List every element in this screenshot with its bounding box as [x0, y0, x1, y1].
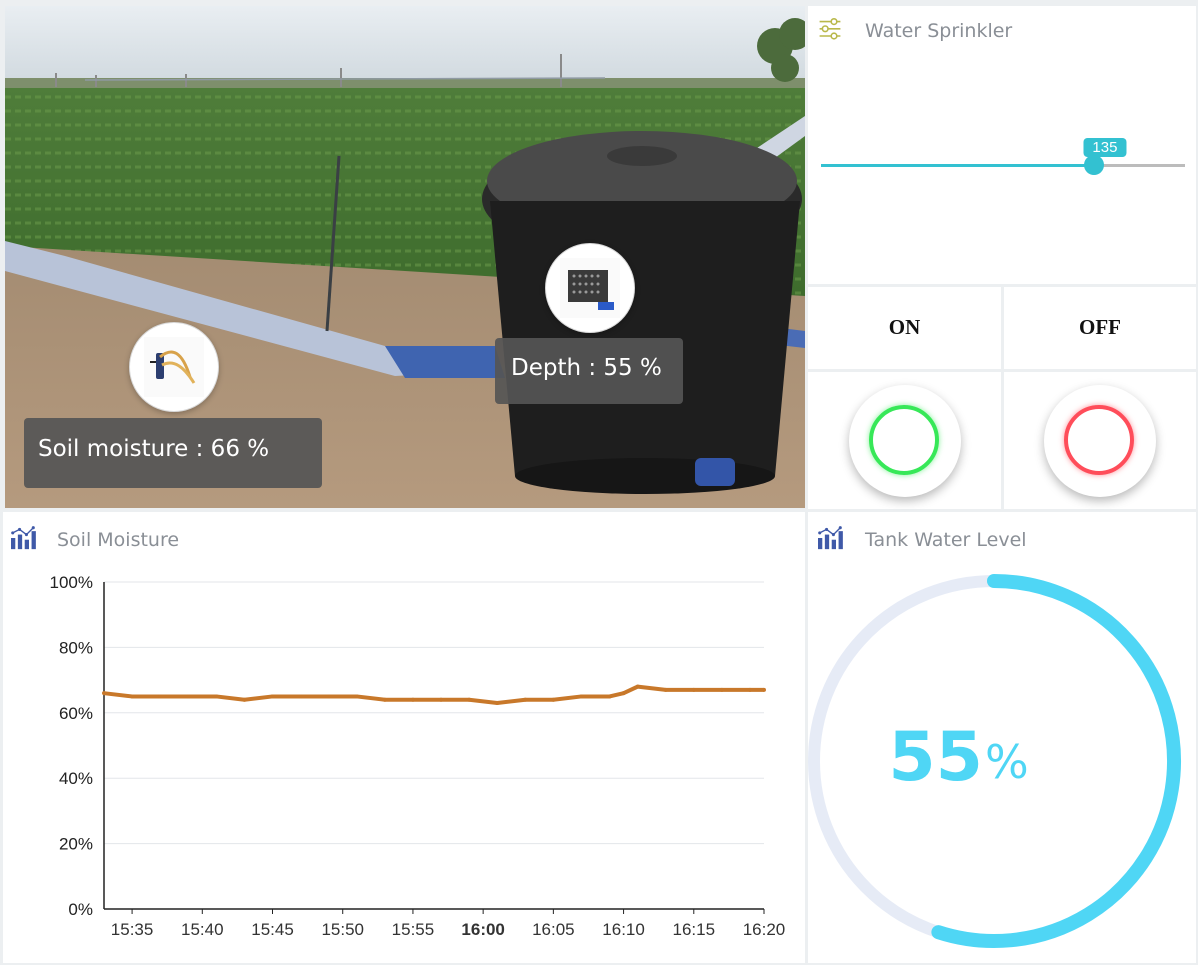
soil-moisture-panel: Soil Moisture 0% 20% 40% 60% 80% 100% 15:35 15:… — [3, 512, 805, 963]
soil-moisture-point — [663, 687, 668, 692]
sprinkler-value-badge: 135 — [1083, 138, 1127, 157]
soil-moisture-point — [523, 697, 528, 702]
depth-sensor-bubble[interactable] — [545, 243, 635, 333]
tank-level-unit: % — [985, 735, 1029, 789]
tank-level-gauge: 55 % — [808, 574, 1181, 948]
power-on-ring-icon — [868, 404, 939, 475]
depth-tooltip: Depth : 55 % — [495, 338, 683, 404]
y-tick-label: 40% — [59, 769, 93, 788]
soil-moisture-point — [719, 687, 724, 692]
soil-moisture-point — [579, 694, 584, 699]
off-label: OFF — [1079, 315, 1121, 339]
sprinkler-slider[interactable]: 135 — [821, 138, 1185, 175]
soil-sensor-bubble[interactable] — [129, 322, 219, 412]
soil-moisture-point — [410, 697, 415, 702]
y-tick-label: 80% — [59, 638, 93, 657]
ultrasonic-sensor-icon — [560, 258, 620, 318]
x-tick-label: 15:35 — [111, 920, 154, 939]
tank-water-level-panel: Tank Water Level 55 % — [808, 512, 1196, 963]
sliders-icon — [819, 18, 841, 40]
sprinkler-slider-thumb[interactable] — [1084, 155, 1104, 175]
off-label-panel: OFF — [1004, 287, 1196, 369]
soil-moisture-point — [439, 697, 444, 702]
soil-moisture-point — [214, 694, 219, 699]
soil-moisture-point — [635, 684, 640, 689]
soil-moisture-point — [354, 694, 359, 699]
soil-moisture-point — [158, 694, 163, 699]
soil-moisture-tooltip: Soil moisture : 66 % — [24, 418, 322, 488]
x-tick-label: 16:20 — [743, 920, 786, 939]
soil-moisture-point — [382, 697, 387, 702]
water-sprinkler-panel: Water Sprinkler 135 — [808, 6, 1196, 284]
power-off-ring-icon — [1064, 404, 1134, 475]
y-tick-label: 0% — [68, 900, 93, 919]
y-tick-label: 20% — [59, 835, 93, 854]
water-sprinkler-title: Water Sprinkler — [865, 20, 1013, 42]
on-button-panel — [808, 372, 1001, 509]
soil-moisture-reading: Soil moisture : 66 % — [38, 436, 270, 462]
x-tick-label: 15:55 — [392, 920, 435, 939]
off-button-panel — [1004, 372, 1196, 509]
on-label-panel: ON — [808, 287, 1001, 369]
soil-moisture-point — [621, 691, 626, 696]
x-tick-label: 16:00 — [461, 920, 504, 939]
on-button[interactable] — [848, 384, 961, 497]
x-tick-label: 15:50 — [321, 920, 364, 939]
x-tick-label: 16:15 — [673, 920, 716, 939]
soil-moisture-point — [270, 694, 275, 699]
soil-moisture-point — [298, 694, 303, 699]
sprinkler-slider-fill — [821, 164, 1094, 167]
depth-reading: Depth : 55 % — [511, 355, 662, 381]
soil-moisture-point — [186, 694, 191, 699]
soil-moisture-point — [467, 697, 472, 702]
soil-moisture-point — [551, 697, 556, 702]
off-button[interactable] — [1044, 384, 1156, 497]
x-tick-label: 16:05 — [532, 920, 575, 939]
soil-moisture-chart: 0% 20% 40% 60% 80% 100% 15:35 15:40 15:45 15:50 15… — [50, 573, 786, 939]
y-tick-label: 60% — [59, 704, 93, 723]
soil-moisture-point — [495, 700, 500, 705]
soil-moisture-point — [691, 687, 696, 692]
on-label: ON — [888, 315, 921, 339]
y-tick-label: 100% — [50, 573, 93, 592]
soil-moisture-point — [326, 694, 331, 699]
soil-moisture-point — [762, 687, 766, 692]
x-tick-label: 15:40 — [181, 920, 224, 939]
soil-moisture-point — [747, 687, 752, 692]
field-camera-panel: Soil moisture : 66 % Depth : 55 % — [5, 6, 805, 508]
x-tick-label: 15:45 — [251, 920, 294, 939]
soil-moisture-sensor-icon — [144, 337, 204, 397]
x-tick-label: 16:10 — [602, 920, 645, 939]
soil-moisture-point — [130, 694, 135, 699]
soil-moisture-point — [242, 697, 247, 702]
soil-moisture-point — [102, 691, 106, 696]
soil-moisture-point — [607, 694, 612, 699]
tank-level-number: 55 — [888, 718, 983, 797]
